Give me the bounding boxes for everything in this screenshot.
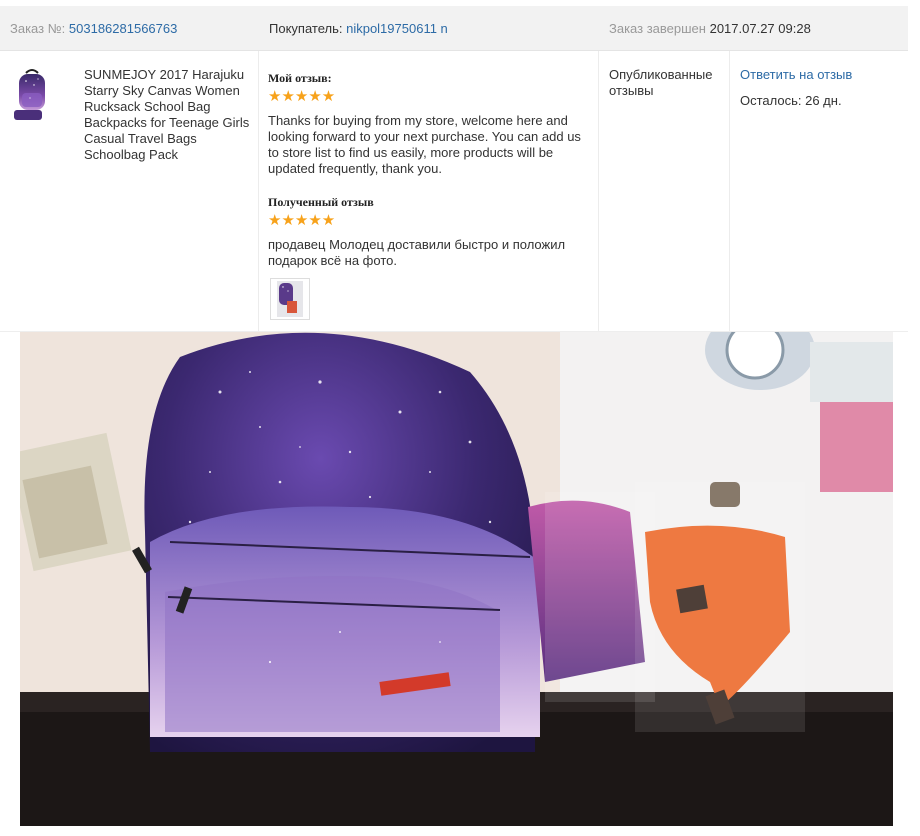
my-review-heading: Мой отзыв:	[268, 71, 332, 85]
my-review-text: Thanks for buying from my store, welcome…	[268, 113, 581, 176]
days-remaining: Осталось: 26 дн.	[740, 93, 842, 108]
buyer-field: Покупатель: nikpol19750611 n	[269, 21, 448, 37]
column-divider	[729, 51, 730, 331]
completed-label: Заказ завершен	[609, 21, 706, 36]
order-label: Заказ №:	[10, 21, 66, 36]
review-photo	[20, 332, 893, 826]
buyer-label: Покупатель:	[269, 21, 343, 36]
product-title[interactable]: SUNMEJOY 2017 Harajuku Starry Sky Canvas…	[84, 67, 256, 163]
my-review-stars: ★★★★★	[268, 88, 336, 105]
product-thumbnail[interactable]	[12, 65, 52, 125]
completed-date: 2017.07.27 09:28	[709, 21, 811, 36]
received-review-heading: Полученный отзыв	[268, 195, 374, 209]
received-review-stars: ★★★★★	[268, 212, 336, 229]
feedback-row: SUNMEJOY 2017 Harajuku Starry Sky Canvas…	[0, 51, 908, 332]
review-photo-thumbnail[interactable]	[270, 278, 310, 320]
reply-to-review-link[interactable]: Ответить на отзыв	[740, 67, 852, 83]
review-status: Опубликованные отзывы	[609, 67, 713, 98]
order-number-link[interactable]: 503186281566763	[69, 21, 177, 36]
order-number-field: Заказ №: 503186281566763	[10, 21, 177, 37]
order-header: Заказ №: 503186281566763 Покупатель: nik…	[0, 6, 908, 51]
column-divider	[258, 51, 259, 331]
completed-field: Заказ завершен 2017.07.27 09:28	[609, 21, 811, 37]
column-divider	[598, 51, 599, 331]
received-review-text: продавец Молодец доставили быстро и поло…	[268, 237, 566, 268]
buyer-name-link[interactable]: nikpol19750611 n	[346, 21, 448, 36]
